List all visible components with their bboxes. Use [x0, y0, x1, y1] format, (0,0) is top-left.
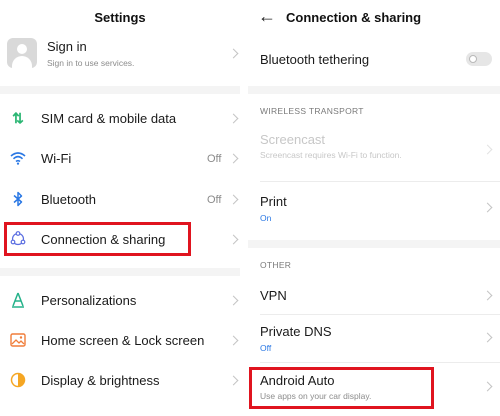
section-header-wireless: WIRELESS TRANSPORT [260, 106, 364, 116]
page-title: Connection & sharing [286, 10, 422, 25]
chevron-right-icon [228, 335, 239, 346]
settings-panel: Settings Sign in Sign in to use services… [0, 0, 248, 416]
sim-label: SIM card & mobile data [41, 111, 177, 126]
back-arrow-icon[interactable]: ← [258, 6, 276, 27]
chevron-right-icon [228, 194, 239, 205]
chevron-right-icon [228, 113, 239, 124]
sidebar-item-home-lock-screen[interactable]: Home screen & Lock screen [0, 322, 248, 358]
wifi-status: Off [207, 153, 222, 165]
personalizations-label: Personalizations [41, 293, 137, 308]
bluetooth-tethering-toggle[interactable] [466, 52, 492, 66]
divider [248, 240, 500, 248]
bluetooth-tethering-label: Bluetooth tethering [260, 52, 370, 67]
avatar [7, 38, 37, 68]
personalization-icon [9, 291, 27, 309]
sign-in-row[interactable]: Sign in Sign in to use services. [0, 34, 248, 76]
sign-in-label: Sign in [47, 39, 87, 54]
image-icon [9, 331, 27, 349]
screencast-sub: Screencast requires Wi-Fi to function. [260, 150, 402, 160]
divider [0, 268, 240, 276]
print-label: Print [260, 194, 287, 209]
vpn-row[interactable]: VPN [248, 280, 500, 314]
highlight-box [4, 222, 191, 256]
bluetooth-tethering-row[interactable]: Bluetooth tethering [248, 40, 500, 78]
bluetooth-icon [9, 190, 27, 208]
home-lock-label: Home screen & Lock screen [41, 333, 205, 348]
highlight-box [249, 367, 434, 409]
screencast-row[interactable]: Screencast Screencast requires Wi-Fi to … [248, 126, 500, 170]
divider [260, 314, 500, 315]
chevron-right-icon [482, 202, 493, 213]
chevron-right-icon [228, 234, 239, 245]
chevron-right-icon [228, 375, 239, 386]
display-brightness-label: Display & brightness [41, 373, 160, 388]
bluetooth-label: Bluetooth [41, 192, 96, 207]
sim-data-icon: ⇅ [12, 109, 24, 126]
chevron-right-icon [228, 48, 239, 59]
chevron-right-icon [482, 332, 493, 343]
chevron-right-icon [228, 295, 239, 306]
print-status: On [260, 213, 272, 223]
sidebar-item-wifi[interactable]: Wi-Fi Off [0, 140, 248, 176]
private-dns-row[interactable]: Private DNS Off [248, 318, 500, 360]
private-dns-label: Private DNS [260, 324, 332, 339]
divider [0, 86, 240, 94]
print-row[interactable]: Print On [248, 186, 500, 230]
sidebar-item-personalizations[interactable]: Personalizations [0, 282, 248, 318]
connection-sharing-panel: ← Connection & sharing Bluetooth tetheri… [248, 0, 500, 416]
divider [260, 181, 500, 182]
vpn-label: VPN [260, 288, 287, 303]
divider [248, 86, 500, 94]
sign-in-sub: Sign in to use services. [47, 58, 135, 68]
divider [260, 362, 500, 363]
section-header-other: OTHER [260, 260, 292, 270]
brightness-icon [9, 371, 27, 389]
page-title: Settings [94, 10, 146, 25]
private-dns-status: Off [260, 343, 272, 353]
sidebar-item-bluetooth[interactable]: Bluetooth Off [0, 181, 248, 217]
chevron-right-icon [482, 381, 493, 392]
wifi-icon [9, 149, 27, 167]
chevron-right-icon [482, 144, 493, 155]
sidebar-item-sim[interactable]: ⇅ SIM card & mobile data [0, 100, 248, 136]
chevron-right-icon [228, 153, 239, 164]
screencast-label: Screencast [260, 132, 326, 147]
sidebar-item-display-brightness[interactable]: Display & brightness [0, 362, 248, 398]
chevron-right-icon [482, 290, 493, 301]
bluetooth-status: Off [207, 194, 222, 206]
wifi-label: Wi-Fi [41, 151, 72, 166]
